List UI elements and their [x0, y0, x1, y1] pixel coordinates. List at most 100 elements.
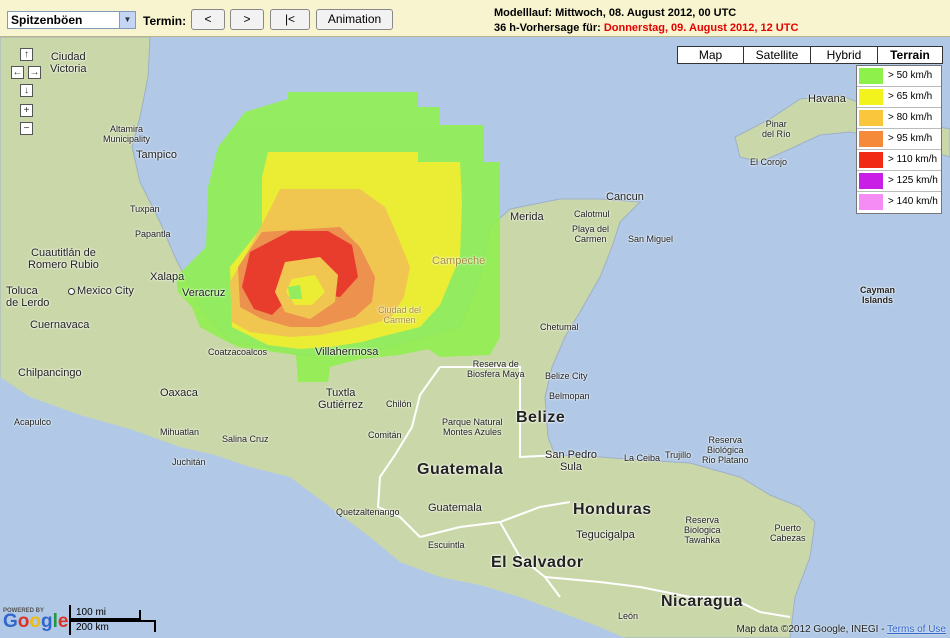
label-cayman: Cayman Islands [860, 285, 896, 305]
label-comitan: Comitán [368, 430, 402, 440]
wind-legend: > 50 km/h > 65 km/h > 80 km/h > 95 km/h … [856, 65, 942, 214]
label-tampico: Tampico [136, 149, 177, 161]
label-la-ceiba: La Ceiba [624, 453, 661, 463]
label-chilpancingo: Chilpancingo [18, 367, 82, 379]
label-toluca: Toluca de Lerdo [6, 285, 50, 309]
zoom-in-icon[interactable]: + [20, 104, 33, 117]
scale-miles: 100 mi [76, 607, 107, 618]
label-merida: Merida [510, 211, 544, 223]
scale-bar: 100 mi 200 km [69, 605, 157, 635]
chevron-down-icon[interactable]: ▼ [119, 12, 135, 28]
legend-swatch [859, 68, 883, 84]
wind-gust-field [176, 92, 500, 382]
label-chetumal: Chetumal [540, 322, 579, 332]
legend-row: > 95 km/h [857, 129, 941, 150]
model-run-text: Modelllauf: Mittwoch, 08. August 2012, 0… [494, 7, 737, 19]
legend-row: > 110 km/h [857, 150, 941, 171]
legend-swatch [859, 152, 883, 168]
label-nicaragua: Nicaragua [661, 593, 743, 610]
label-guatemala-country: Guatemala [417, 461, 504, 478]
legend-label: > 65 km/h [888, 91, 933, 102]
label-oaxaca: Oaxaca [160, 387, 198, 399]
legend-swatch [859, 131, 883, 147]
parameter-select[interactable]: Spitzenböen ▼ [7, 11, 136, 29]
label-veracruz: Veracruz [182, 287, 226, 299]
label-ciudad-victoria: Ciudad Victoria [50, 51, 87, 75]
forecast-date: Donnerstag, 09. August 2012, 12 UTC [603, 22, 799, 34]
prev-button[interactable]: < [191, 9, 225, 30]
label-guatemala-city: Guatemala [428, 502, 482, 514]
label-el-corojo: El Corojo [750, 157, 788, 167]
parameter-select-value: Spitzenböen [11, 13, 83, 27]
label-pinar: Pinar del Río [762, 119, 791, 139]
label-cuautitlan: Cuautitlán de Romero Rubio [28, 247, 99, 271]
label-xalapa: Xalapa [150, 271, 185, 283]
toolbar: Spitzenböen ▼ Termin: < > |< Animation M… [0, 0, 950, 37]
mexico-city-text: Mexico City [77, 285, 134, 297]
label-acapulco: Acapulco [14, 417, 52, 427]
label-reserva-maya: Reserva de Biosfera Maya [467, 359, 525, 379]
forecast-text: 36 h-Vorhersage für: Donnerstag, 09. Aug… [494, 22, 798, 34]
label-quetzaltenango: Quetzaltenango [336, 507, 400, 517]
label-coatzacoalcos: Coatzacoalcos [208, 347, 268, 357]
map-type-map-button[interactable]: Map [677, 46, 744, 64]
label-puerto: Puerto Cabezas [770, 523, 806, 543]
map-canvas[interactable]: Ciudad Victoria Altamira Municipality Ta… [0, 37, 950, 638]
label-calotmul: Calotmul [574, 209, 610, 219]
label-escuintla: Escuintla [428, 540, 465, 550]
label-tegucigalpa: Tegucigalpa [576, 529, 635, 541]
legend-label: > 80 km/h [888, 112, 933, 123]
map-attribution: Map data ©2012 Google, INEGI - Terms of … [736, 624, 946, 635]
legend-swatch [859, 89, 883, 105]
label-tawahka: Reserva Biologica Tawahka [684, 515, 721, 545]
label-havana: Havana [808, 93, 846, 105]
map-type-hybrid-button[interactable]: Hybrid [810, 46, 878, 64]
zoom-out-icon[interactable]: − [20, 122, 33, 135]
legend-label: > 140 km/h [888, 196, 938, 207]
label-playa: Playa del Carmen [572, 224, 610, 244]
label-trujillo: Trujillo [665, 450, 692, 460]
legend-row: > 65 km/h [857, 87, 941, 108]
label-campeche: Campeche [432, 255, 486, 267]
label-juchitan: Juchitán [172, 457, 206, 467]
animation-button[interactable]: Animation [316, 9, 393, 30]
city-marker-icon [68, 287, 75, 295]
pan-left-icon[interactable]: ← [11, 66, 24, 79]
label-altamira: Altamira Municipality [103, 124, 151, 144]
legend-swatch [859, 194, 883, 210]
legend-label: > 50 km/h [888, 70, 933, 81]
first-button[interactable]: |< [270, 9, 310, 30]
label-papantla: Papantla [135, 229, 171, 239]
label-san-miguel: San Miguel [628, 234, 674, 244]
label-rio-platano: Reserva Biológica Rio Platano [702, 435, 749, 465]
label-cancun: Cancun [606, 191, 644, 203]
label-leon: León [618, 611, 639, 621]
map-type-satellite-button[interactable]: Satellite [743, 46, 811, 64]
label-chilon: Chilón [386, 399, 412, 409]
google-logo[interactable]: Google [3, 611, 68, 633]
label-parque: Parque Natural Montes Azules [442, 417, 503, 437]
label-san-pedro-sula: San Pedro Sula [545, 449, 597, 473]
next-button[interactable]: > [230, 9, 264, 30]
google-logo-text: Google [3, 611, 69, 632]
legend-label: > 125 km/h [888, 175, 938, 186]
label-belize: Belize [516, 409, 566, 426]
legend-swatch [859, 110, 883, 126]
pan-right-icon[interactable]: → [28, 66, 41, 79]
attribution-text: Map data ©2012 Google, INEGI - [736, 624, 888, 635]
label-tuxtla: Tuxtla Gutiérrez [318, 387, 364, 411]
label-mexico-city: Mexico City [68, 285, 134, 297]
pan-up-icon[interactable]: ↑ [20, 48, 33, 61]
label-mihuatlan: Mihuatlan [160, 427, 200, 437]
legend-label: > 95 km/h [888, 133, 933, 144]
legend-row: > 50 km/h [857, 66, 941, 87]
legend-row: > 80 km/h [857, 108, 941, 129]
terms-of-use-link[interactable]: Terms of Use [887, 624, 946, 635]
label-cuernavaca: Cuernavaca [30, 319, 90, 331]
termin-label: Termin: [143, 14, 187, 28]
map-type-terrain-button[interactable]: Terrain [877, 46, 943, 64]
label-ciudad-carmen: Ciudad del Carmen [378, 305, 422, 325]
pan-down-icon[interactable]: ↓ [20, 84, 33, 97]
label-belize-city: Belize City [545, 371, 588, 381]
legend-label: > 110 km/h [888, 154, 938, 165]
